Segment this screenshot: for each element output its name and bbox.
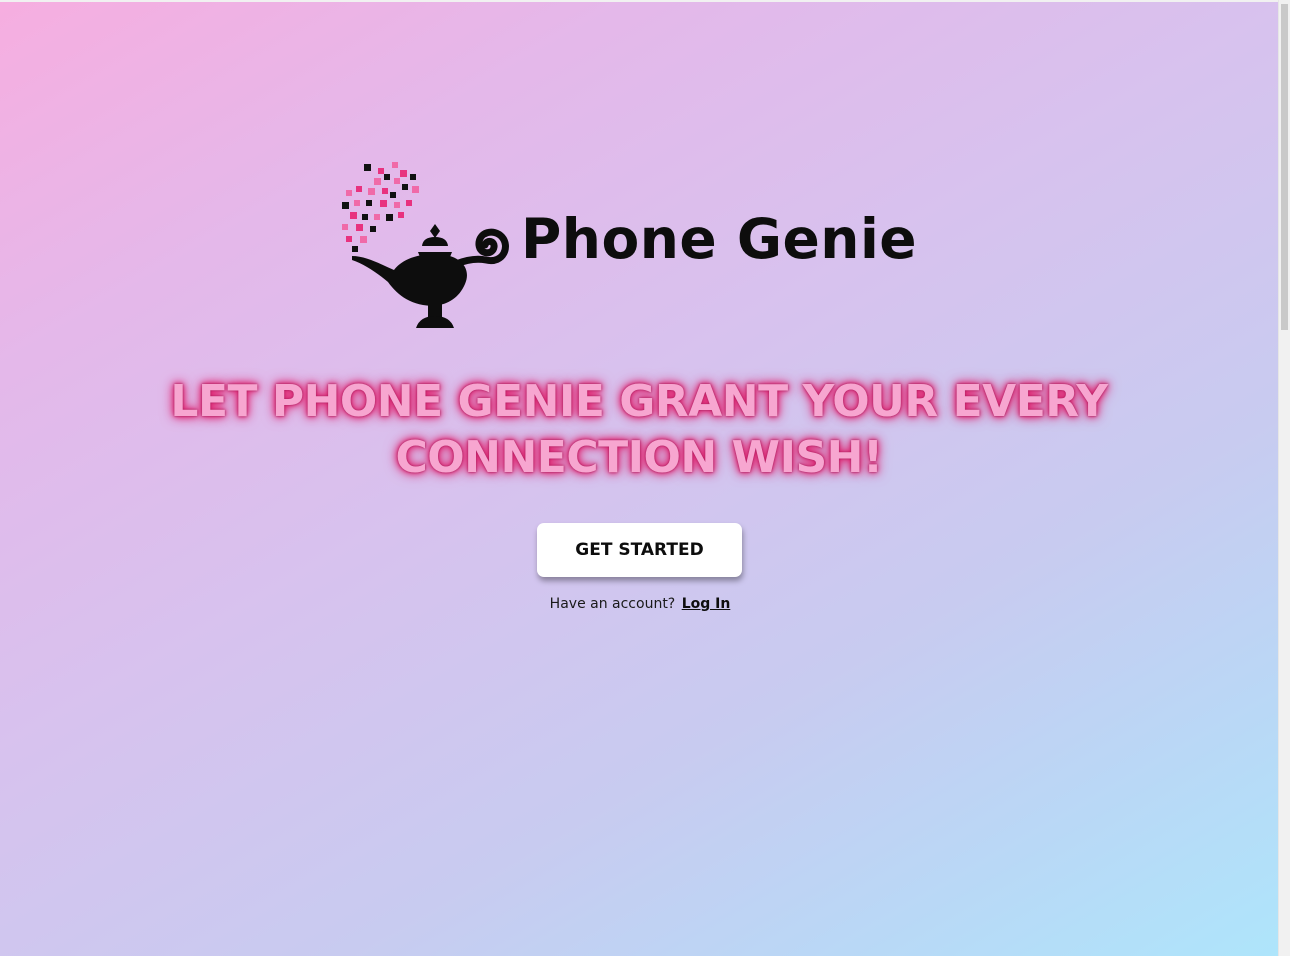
sparkle-pixel: [410, 174, 416, 180]
sparkle-pixel: [400, 170, 407, 177]
sparkle-pixel: [352, 246, 358, 252]
login-link[interactable]: Log In: [682, 596, 731, 612]
vertical-scrollbar[interactable]: [1278, 0, 1290, 956]
sparkle-pixel: [406, 200, 412, 206]
account-prompt-text: Have an account?: [549, 596, 676, 612]
sparkle-pixel: [386, 214, 393, 221]
sparkle-pixel: [350, 212, 357, 219]
sparkle-pixel: [374, 214, 380, 220]
sparkle-pixel: [356, 186, 362, 192]
sparkle-pixel: [378, 168, 384, 174]
sparkle-pixel: [366, 200, 372, 206]
sparkle-pixel: [394, 202, 400, 208]
sparkle-pixel: [394, 178, 400, 184]
sparkle-pixel: [370, 226, 376, 232]
sparkle-pixel: [354, 200, 360, 206]
sparkle-pixel: [342, 224, 348, 230]
brand-logo: Phone Genie: [338, 160, 948, 332]
sparkle-pixel: [346, 236, 352, 242]
sparkle-pixel: [364, 164, 371, 171]
sparkle-pixel: [374, 178, 381, 185]
scrollbar-thumb[interactable]: [1281, 4, 1288, 330]
sparkle-pixel: [384, 174, 390, 180]
sparkle-pixel: [356, 224, 363, 231]
sparkle-pixel: [346, 190, 352, 196]
page-background: Phone Genie LET PHONE GENIE GRANT YOUR E…: [0, 0, 1278, 956]
genie-lamp-icon: [342, 162, 509, 328]
sparkle-pixel: [392, 162, 398, 168]
brand-name: Phone Genie: [521, 207, 918, 271]
sparkle-pixel: [342, 202, 349, 209]
sparkle-pixel: [398, 212, 404, 218]
hero-headline: LET PHONE GENIE GRANT YOUR EVERY CONNECT…: [170, 376, 1108, 483]
sparkle-pixel: [382, 188, 388, 194]
get-started-button[interactable]: GET STARTED: [537, 523, 742, 577]
sparkle-pixels: [342, 162, 419, 252]
sparkle-pixel: [390, 192, 396, 198]
sparkle-pixel: [402, 184, 408, 190]
sparkle-pixel: [412, 186, 419, 193]
sparkle-pixel: [360, 236, 367, 243]
sparkle-pixel: [380, 200, 387, 207]
sparkle-pixel: [368, 188, 375, 195]
account-prompt-line: Have an account? Log In: [440, 596, 840, 612]
sparkle-pixel: [362, 214, 368, 220]
